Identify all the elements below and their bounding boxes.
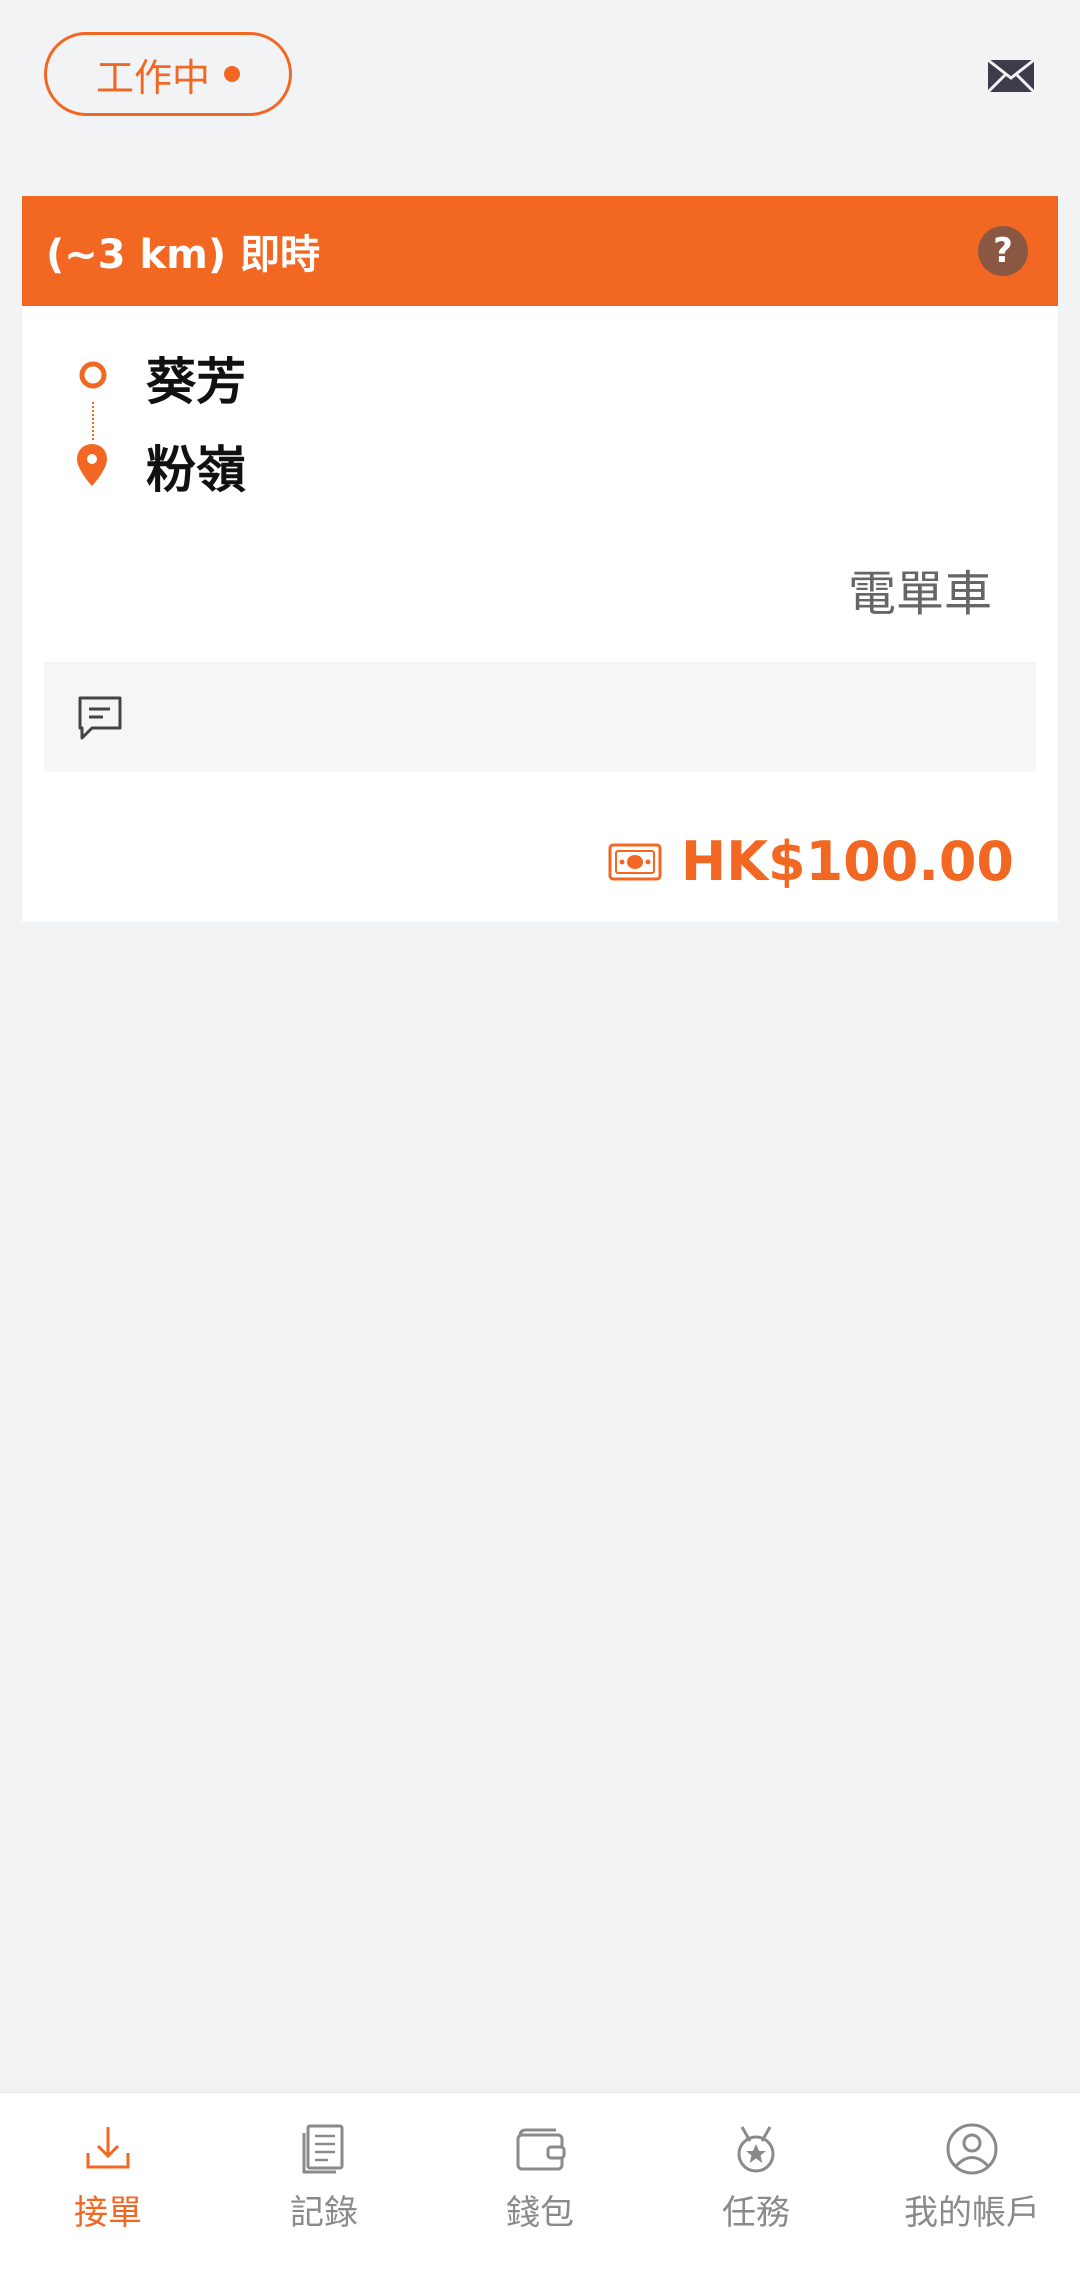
order-card[interactable]: (~3 km) 即時 ? 葵芳 粉嶺 電單車 HK$100.00 xyxy=(22,196,1058,922)
work-status-label: 工作中 xyxy=(95,55,210,100)
tab-orders[interactable]: 接單 xyxy=(0,2093,216,2269)
fare-row: HK$100.00 xyxy=(607,830,1014,893)
fare-amount: HK$100.00 xyxy=(681,830,1014,893)
tab-wallet[interactable]: 錢包 xyxy=(432,2093,648,2269)
message-icon xyxy=(78,696,122,740)
destination-pin-icon xyxy=(77,444,107,486)
tab-label: 我的帳戶 xyxy=(904,2193,1040,2233)
tab-label: 任務 xyxy=(722,2193,790,2233)
order-title: (~3 km) 即時 xyxy=(46,232,321,278)
medal-icon xyxy=(737,2126,775,2173)
download-icon xyxy=(86,2127,130,2169)
account-icon xyxy=(946,2123,998,2175)
origin-marker-icon xyxy=(79,361,107,389)
remark-box xyxy=(44,662,1036,772)
order-header: (~3 km) 即時 ? xyxy=(22,196,1058,306)
cash-icon xyxy=(608,843,662,880)
tab-records[interactable]: 記錄 xyxy=(216,2093,432,2269)
vehicle-type: 電單車 xyxy=(847,566,992,622)
origin-location: 葵芳 xyxy=(146,353,246,411)
destination-location: 粉嶺 xyxy=(146,441,246,499)
document-icon xyxy=(302,2124,344,2174)
work-status-toggle[interactable]: 工作中 xyxy=(44,32,292,116)
tab-label: 錢包 xyxy=(506,2193,574,2233)
tab-tasks[interactable]: 任務 xyxy=(648,2093,864,2269)
tab-label: 記錄 xyxy=(290,2193,358,2233)
mail-icon[interactable] xyxy=(986,58,1036,94)
help-icon[interactable]: ? xyxy=(978,226,1028,276)
tab-label: 接單 xyxy=(74,2193,142,2233)
tab-account[interactable]: 我的帳戶 xyxy=(864,2093,1080,2269)
bottom-tab-bar: 接單 記錄 錢包 任務 我的帳戶 xyxy=(0,2092,1080,2269)
route-connector xyxy=(92,402,94,440)
status-dot-icon xyxy=(224,66,240,82)
wallet-icon xyxy=(516,2128,566,2171)
